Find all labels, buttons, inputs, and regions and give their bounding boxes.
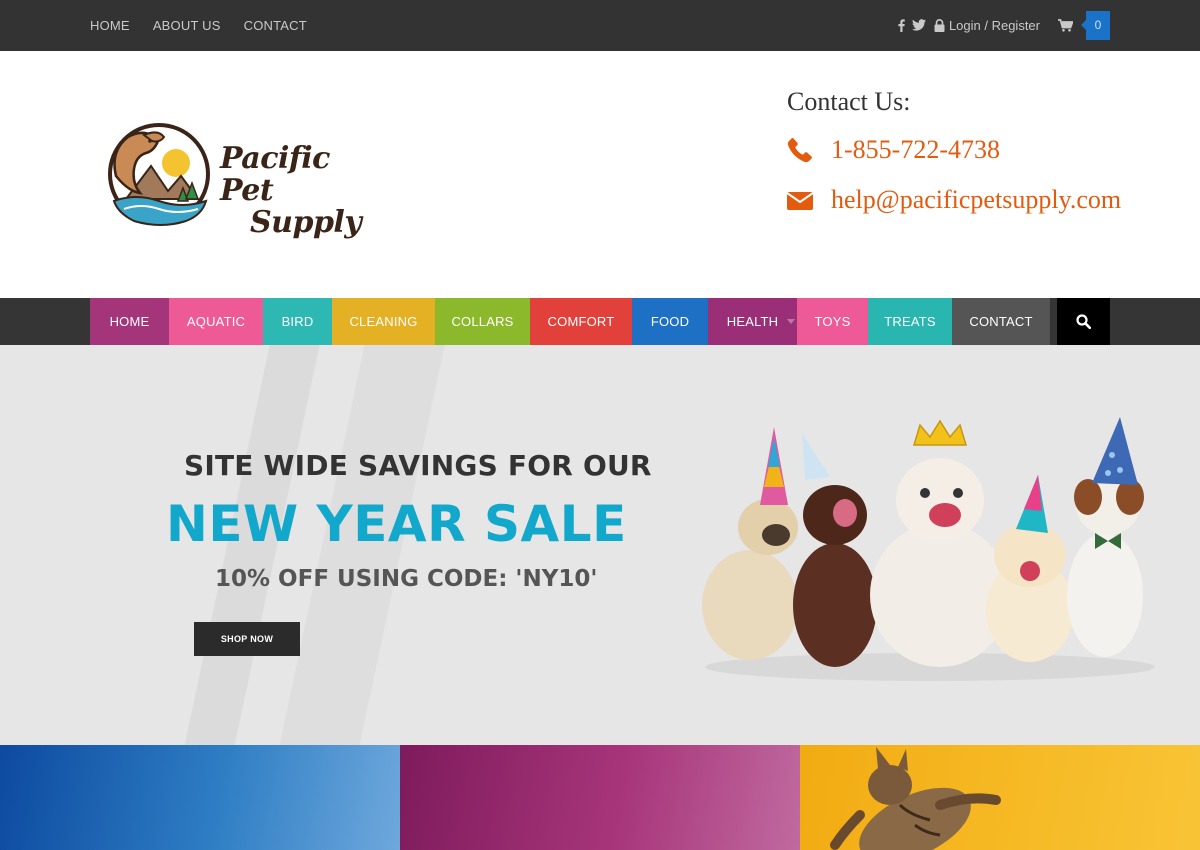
top-nav: HOME ABOUT US CONTACT [90,0,307,51]
contact-phone-number: 1-855-722-4738 [831,135,1000,164]
promo-tile-winter[interactable] [400,745,800,850]
promo-winter-title: WINTER! [494,80,733,136]
search-button[interactable] [1057,298,1110,345]
top-bar: HOME ABOUT US CONTACT Login / Register 0 [0,0,1200,51]
category-toys-label: TOYS [814,314,851,329]
category-treats[interactable]: TREATS [868,298,952,345]
category-contact-label: CONTACT [969,314,1033,329]
category-bird[interactable]: BIRD [263,298,332,345]
promo-tiles [0,745,1200,850]
social-links [898,18,926,32]
logo-line-1: Pacific Pet [220,141,330,208]
top-nav-contact[interactable]: CONTACT [244,18,307,33]
party-dogs-image [702,417,1155,681]
category-home[interactable]: HOME [90,298,169,345]
logo-wordmark: Pacific Pet Supply [220,143,386,239]
category-contact[interactable]: CONTACT [952,298,1050,345]
login-register-label: Login / Register [948,17,1040,33]
leaping-cat-image [830,747,1001,850]
login-register-link[interactable]: Login / Register [934,18,1040,33]
hero-promo-code: 10% OFF USING CODE: 'NY10' [215,566,598,592]
search-icon [1076,314,1091,329]
promo-aquatic-title: AQUATIC [50,58,298,116]
site-logo[interactable]: Pacific Pet Supply [106,121,386,239]
phone-icon [787,137,831,163]
category-comfort[interactable]: COMFORT [530,298,632,345]
category-food-label: FOOD [650,314,690,329]
promo-tile-aquatic[interactable] [0,745,400,850]
hero-banner: SITE WIDE SAVINGS FOR OUR NEW YEAR SALE … [0,345,1200,745]
category-health[interactable]: HEALTH [708,298,797,345]
category-health-label: HEALTH [726,314,779,329]
category-bird-label: BIRD [281,314,314,329]
logo-line-2: Supply [250,205,362,240]
category-home-label: HOME [109,314,150,329]
category-nav: HOME AQUATIC BIRD CLEANING COLLARS COMFO… [90,298,1050,345]
contact-email-address: help@pacificpetsupply.com [831,185,1122,214]
twitter-icon[interactable] [911,19,926,31]
contact-email[interactable]: help@pacificpetsupply.com [787,185,1121,215]
category-collars[interactable]: COLLARS [435,298,530,345]
category-aquatic-label: AQUATIC [186,314,246,329]
promo-new-title: NEW [1033,58,1166,116]
category-cleaning[interactable]: CLEANING [332,298,435,345]
category-treats-label: TREATS [884,314,936,329]
category-comfort-label: COMFORT [547,314,615,329]
top-bar-actions: Login / Register 0 [898,10,1110,40]
chevron-down-icon [787,319,795,324]
cart-count-badge[interactable]: 0 [1081,10,1110,40]
contact-phone[interactable]: 1-855-722-4738 [787,135,1000,165]
facebook-icon[interactable] [898,18,905,32]
category-food[interactable]: FOOD [632,298,708,345]
hero-headline: SITE WIDE SAVINGS FOR OUR [184,449,652,482]
envelope-icon [787,190,831,210]
hero-sale-title: NEW YEAR SALE [166,495,627,553]
category-aquatic[interactable]: AQUATIC [169,298,263,345]
category-nav-bar: HOME AQUATIC BIRD CLEANING COLLARS COMFO… [0,298,1200,345]
lock-icon [934,18,945,32]
category-toys[interactable]: TOYS [797,298,868,345]
top-nav-home[interactable]: HOME [90,18,130,33]
contact-title: Contact Us: [787,87,911,116]
category-collars-label: COLLARS [451,314,514,329]
logo-emblem-icon [108,123,210,226]
top-nav-about-us[interactable]: ABOUT US [153,18,221,33]
cart-icon[interactable] [1058,18,1073,32]
shop-now-button[interactable]: SHOP NOW [194,622,300,656]
category-cleaning-label: CLEANING [349,314,418,329]
